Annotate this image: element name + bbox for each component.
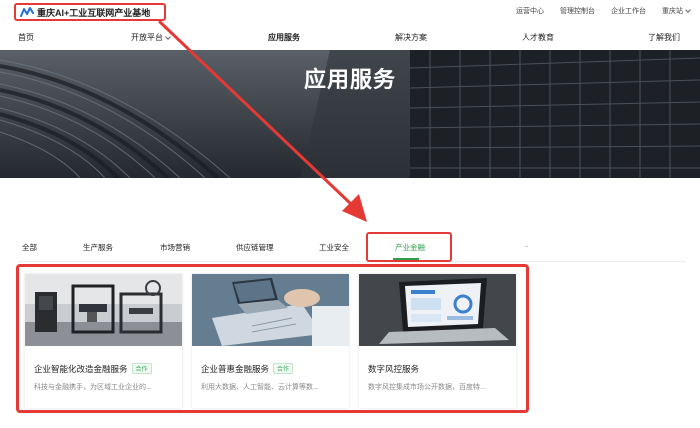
brand-name: 重庆AI+工业互联网产业基地: [37, 7, 151, 18]
nav-item-solutions[interactable]: 解决方案: [395, 32, 427, 43]
page: 重庆AI+工业互联网产业基地 运营中心 管理控制台 企业工作台 重庆站 首页 开…: [0, 0, 700, 428]
region-selector[interactable]: 重庆站: [662, 6, 691, 16]
chevron-down-icon: [165, 34, 171, 40]
region-label: 重庆站: [662, 8, 683, 15]
tab-industrial-security[interactable]: 工业安全: [319, 242, 349, 253]
top-bar: 重庆AI+工业互联网产业基地 运营中心 管理控制台 企业工作台 重庆站: [0, 0, 700, 24]
tab-all[interactable]: 全部: [22, 242, 37, 253]
cards-highlight-box: [16, 264, 529, 413]
tab-highlight-box: [366, 232, 452, 262]
hero-banner: 应用服务: [0, 50, 700, 178]
nav-item-about-us[interactable]: 了解我们: [648, 32, 680, 43]
brand-logo-icon: [20, 7, 34, 17]
top-link-workbench[interactable]: 企业工作台: [611, 6, 646, 16]
main-nav: 首页 开放平台 应用服务 解决方案 人才教育 了解我们: [0, 28, 700, 50]
chevron-down-icon: [685, 7, 691, 13]
nav-item-talent-education[interactable]: 人才教育: [522, 32, 554, 43]
top-link-console[interactable]: 管理控制台: [560, 6, 595, 16]
tabs-divider: [18, 261, 686, 262]
nav-item-open-platform[interactable]: 开放平台: [131, 32, 171, 43]
nav-item-app-services[interactable]: 应用服务: [268, 32, 300, 43]
tab-marketing[interactable]: 市场营销: [160, 242, 190, 253]
hero-title: 应用服务: [303, 67, 396, 92]
top-link-ops-center[interactable]: 运营中心: [516, 6, 544, 16]
brand-logo-link[interactable]: 重庆AI+工业互联网产业基地: [14, 3, 166, 21]
tab-more-dot: [525, 246, 528, 247]
tab-supply-chain[interactable]: 供应链管理: [236, 242, 274, 253]
tab-production-services[interactable]: 生产服务: [83, 242, 113, 253]
top-links: 运营中心 管理控制台 企业工作台 重庆站: [516, 6, 691, 16]
nav-item-label: 开放平台: [131, 33, 163, 42]
nav-item-home[interactable]: 首页: [18, 32, 34, 43]
category-tabs: 全部 生产服务 市场营销 供应链管理 工业安全 产业金融: [0, 232, 700, 262]
